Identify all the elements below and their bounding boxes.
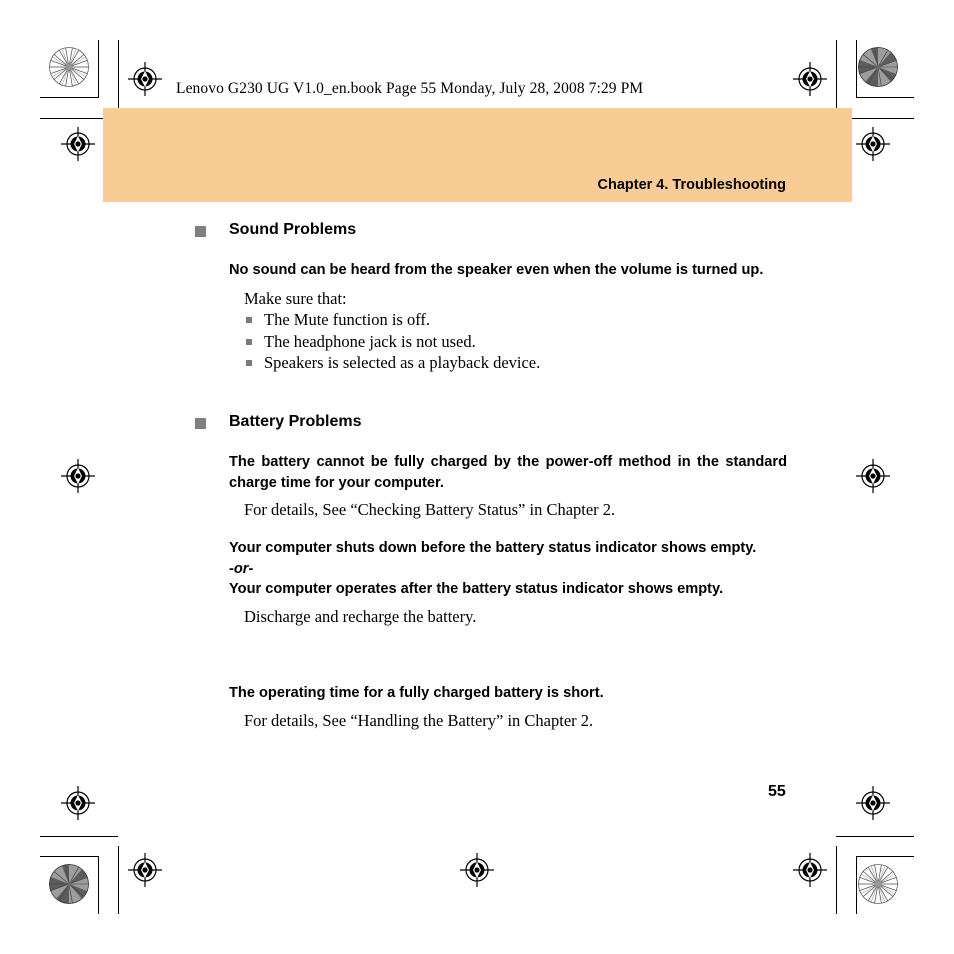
answer-text: For details, See “Checking Battery Statu…: [244, 500, 616, 519]
page-number: 55: [768, 783, 786, 800]
section-battery-problems: Battery Problems: [195, 412, 795, 432]
crop-line-vertical: [98, 40, 99, 98]
question-text-alt: Your computer operates after the battery…: [229, 581, 724, 597]
registration-target-icon: [856, 459, 890, 493]
question-text: The battery cannot be fully charged by t…: [229, 454, 787, 491]
section-bullet-icon: [195, 418, 206, 429]
question-text: Your computer shuts down before the batt…: [229, 540, 757, 556]
list-bullet-icon: [246, 360, 252, 366]
or-separator: -or-: [229, 560, 254, 577]
answer-text: Discharge and recharge the battery.: [244, 606, 477, 626]
question-text: The operating time for a fully charged b…: [229, 685, 604, 701]
registration-target-icon: [856, 786, 890, 820]
chapter-header-band: Chapter 4. Troubleshooting: [103, 108, 852, 202]
registration-target-icon: [460, 853, 494, 887]
crop-line-horizontal: [836, 836, 914, 837]
crop-line-horizontal: [856, 856, 914, 857]
registration-target-icon: [61, 127, 95, 161]
crop-line-vertical: [836, 40, 837, 108]
registration-target-icon: [856, 127, 890, 161]
entry-battery-operating-time: The operating time for a fully charged b…: [229, 683, 787, 731]
entry-battery-charge-time: The battery cannot be fully charged by t…: [229, 452, 787, 520]
registration-target-icon: [61, 459, 95, 493]
section-sound-problems: Sound Problems: [195, 220, 795, 240]
crop-line-horizontal: [40, 836, 118, 837]
list-item-label: The Mute function is off.: [264, 310, 431, 329]
crop-line-vertical: [98, 856, 99, 914]
section-heading: Battery Problems: [229, 413, 362, 430]
color-rosette-icon: [49, 864, 89, 904]
crop-line-vertical: [836, 846, 837, 914]
answer-lead-text: Make sure that:: [244, 288, 347, 308]
list-item: The headphone jack is not used.: [244, 331, 787, 353]
registration-target-icon: [793, 62, 827, 96]
crop-line-horizontal: [40, 97, 98, 98]
list-bullet-icon: [246, 338, 252, 345]
answer-text: For details, See “Handling the Battery” …: [244, 710, 594, 730]
crop-line-vertical: [856, 856, 857, 914]
entry-sound-no-sound: No sound can be heard from the speaker e…: [229, 260, 787, 374]
list-item-label: Speakers is selected as a playback devic…: [264, 353, 541, 372]
entry-battery-status-indicator: Your computer shuts down before the batt…: [229, 538, 787, 627]
crop-line-vertical: [118, 40, 119, 108]
list-item-label: The headphone jack is not used.: [264, 331, 476, 351]
book-file-header: Lenovo G230 UG V1.0_en.book Page 55 Mond…: [176, 80, 644, 97]
registration-target-icon: [793, 853, 827, 887]
checklist: The Mute function is off. The headphone …: [229, 309, 787, 374]
crop-line-vertical: [856, 40, 857, 98]
list-item: Speakers is selected as a playback devic…: [244, 352, 787, 374]
color-rosette-icon: [858, 47, 898, 87]
registration-target-icon: [61, 786, 95, 820]
crop-line-horizontal: [856, 97, 914, 98]
list-bullet-icon: [246, 317, 252, 323]
section-heading: Sound Problems: [229, 221, 357, 238]
color-rosette-icon: [49, 47, 89, 87]
crop-line-horizontal: [40, 856, 98, 857]
question-text: No sound can be heard from the speaker e…: [229, 262, 764, 278]
list-item: The Mute function is off.: [244, 309, 787, 331]
registration-target-icon: [128, 62, 162, 96]
color-rosette-icon: [858, 864, 898, 904]
section-bullet-icon: [195, 226, 206, 237]
registration-target-icon: [128, 853, 162, 887]
crop-line-vertical: [118, 846, 119, 914]
chapter-title: Chapter 4. Troubleshooting: [597, 177, 786, 193]
